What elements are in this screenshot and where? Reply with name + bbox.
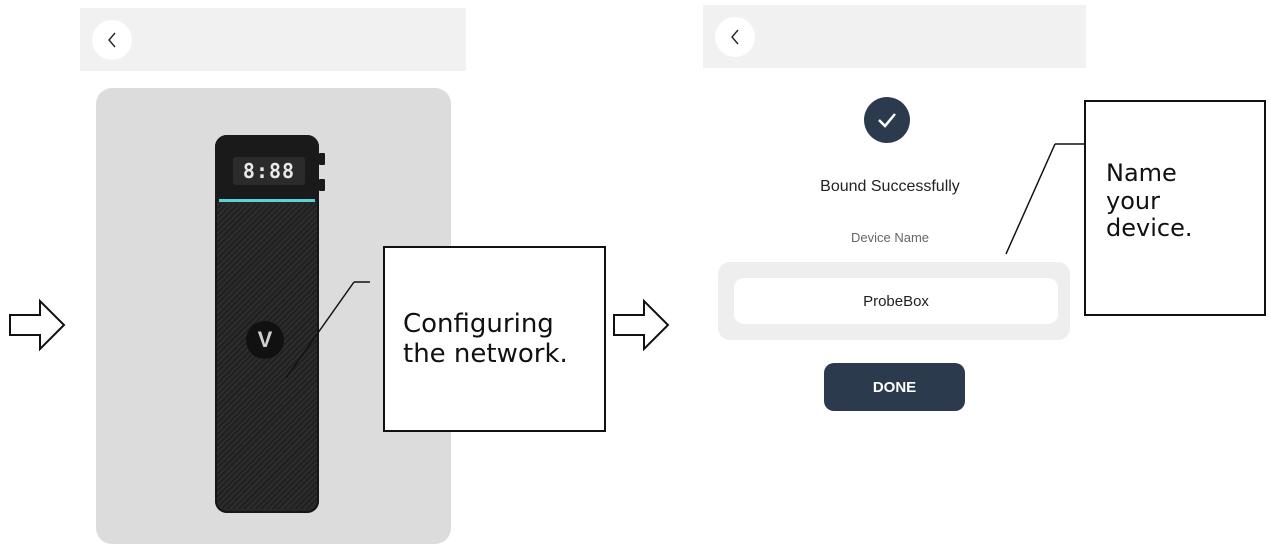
device-status-bar <box>219 199 315 202</box>
device-top-cap: 8:88 <box>215 135 319 202</box>
device-name-label: Device Name <box>850 230 930 245</box>
right-header-bar <box>703 5 1086 68</box>
chevron-left-icon <box>731 29 739 45</box>
left-header-bar <box>80 8 466 71</box>
flow-arrow-right-icon <box>9 298 66 352</box>
check-icon <box>878 113 896 128</box>
chevron-left-icon <box>108 32 116 48</box>
callout-configuring: Configuring the network. <box>383 246 606 432</box>
right-back-button[interactable] <box>715 17 755 57</box>
device-side-button <box>319 153 325 165</box>
flow-arrow-right-icon <box>613 298 670 352</box>
done-button[interactable]: DONE <box>824 363 965 411</box>
success-check-icon <box>864 97 910 143</box>
callout-name-device-text: Name your device. <box>1106 159 1193 243</box>
device-name-input[interactable] <box>734 278 1058 324</box>
callout-name-device: Name your device. <box>1084 100 1266 316</box>
device-lcd: 8:88 <box>233 157 305 185</box>
callout-leader-line <box>285 281 370 379</box>
left-back-button[interactable] <box>92 20 132 60</box>
status-title: Bound Successfully <box>820 178 960 195</box>
callout-leader-line <box>1005 143 1084 255</box>
device-name-card <box>718 262 1070 340</box>
device-side-button <box>319 179 325 191</box>
callout-configuring-text: Configuring the network. <box>403 309 568 369</box>
